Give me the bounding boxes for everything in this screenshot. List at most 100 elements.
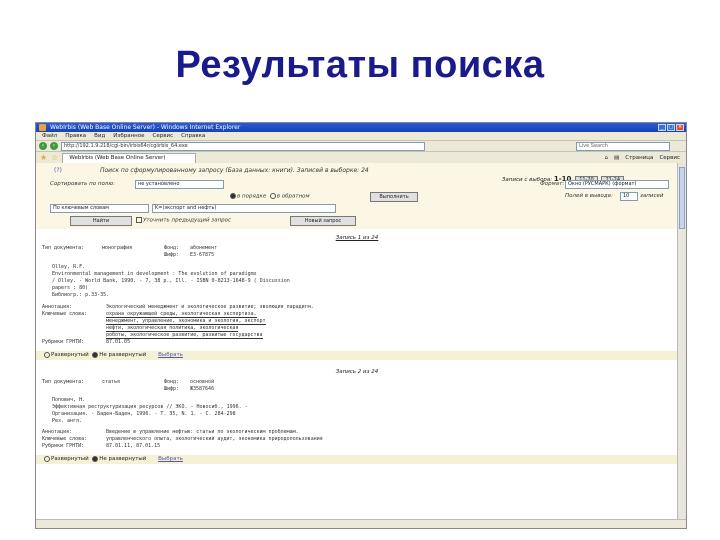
fond-value: основной	[190, 379, 215, 385]
command-bar: ⌂ ▤ Страница Сервис	[605, 155, 680, 161]
type-label: Тип документа:	[42, 379, 85, 385]
format-label: Формат:	[540, 181, 565, 187]
close-icon[interactable]: ×	[676, 124, 684, 131]
query-input[interactable]: K=(экспорт and нефть)	[152, 204, 336, 213]
short-format-radio[interactable]	[92, 351, 99, 358]
address-bar: ‹ › http://192.1.9.218/cgi-bin/irbis64r/…	[36, 141, 686, 152]
short-format-radio[interactable]	[92, 455, 99, 462]
scrollbar-thumb[interactable]	[679, 167, 685, 229]
new-query-button[interactable]: Новый запрос	[290, 216, 356, 226]
short-format-label: Не развернутый	[99, 456, 147, 462]
full-format-label: Развернутый	[51, 456, 89, 462]
fond-label: Фонд:	[164, 379, 180, 385]
record-2: Запись 2 из 24 Тип документа: статья Фонд:…	[36, 363, 678, 452]
keywords-line[interactable]: охрана окружающей среды, экологическая э…	[106, 311, 257, 318]
rubric-value: 87.01.05	[106, 339, 131, 345]
refine-checkbox[interactable]	[136, 217, 142, 223]
url-input[interactable]: http://192.1.9.218/cgi-bin/irbis64r/cgii…	[61, 141, 425, 151]
order-desc-label: в обратном	[276, 193, 310, 200]
forward-arrow-icon[interactable]: ›	[50, 142, 58, 150]
records-label: записей	[640, 193, 664, 199]
shifr-value: Ж3587646	[190, 386, 215, 392]
refine-checkbox-group: Уточнить предыдущий запрос	[136, 217, 231, 224]
rubric-label: Рубрики ГРНТИ:	[42, 443, 85, 449]
record-header: Запись 1 из 24	[335, 235, 379, 241]
bib-line: Библиогр.: p.33-35.	[52, 292, 110, 298]
select-record-link[interactable]: Выбрать	[158, 352, 183, 358]
bib-line: Olley, R.F.	[52, 264, 86, 270]
menu-edit[interactable]: Правка	[65, 132, 86, 140]
keywords-line[interactable]: менеджмент, управление, экономика и экол…	[106, 318, 266, 325]
record-format-bar: Развернутый Не развернутый Выбрать	[36, 455, 678, 464]
type-value: статья	[102, 379, 121, 385]
tools-menu[interactable]: Сервис	[659, 155, 680, 161]
sort-select[interactable]: не установлено	[135, 180, 224, 189]
home-icon[interactable]: ⌂	[605, 155, 609, 161]
select-record-link[interactable]: Выбрать	[158, 456, 183, 462]
type-label: Тип документа:	[42, 245, 85, 251]
rubric-value: 87.01.11, 87.01.15	[106, 443, 161, 449]
vertical-scrollbar[interactable]	[677, 163, 686, 520]
fond-value: абонемент	[190, 245, 218, 251]
keywords-line[interactable]: нефти, экологическая политика, экологиче…	[106, 325, 239, 332]
ie-icon	[39, 124, 46, 131]
keywords-label: Ключевые слова:	[42, 436, 88, 442]
order-radio-group: в порядке в обратном	[230, 193, 310, 200]
status-bar	[36, 519, 686, 528]
full-format-radio[interactable]	[44, 455, 50, 462]
favorites-star-icon[interactable]: ★	[40, 153, 47, 162]
annotation-value: Экологический менеджмент и экологическое…	[106, 304, 314, 310]
print-icon[interactable]: ▤	[614, 155, 619, 161]
docs-count-select[interactable]: 10	[620, 192, 638, 201]
search-control-panel: (?) Поиск по сформулированному запросу (…	[36, 163, 678, 229]
order-desc-radio[interactable]	[269, 193, 276, 199]
bib-line: papers ; 80)	[52, 285, 89, 291]
back-arrow-icon[interactable]: ‹	[39, 142, 47, 150]
keywords-line[interactable]: управленческого опыта, экологический ауд…	[106, 436, 323, 442]
slide-title: Результаты поиска	[175, 44, 545, 86]
window-controls: _ □ ×	[658, 124, 684, 131]
search-input[interactable]: Live Search	[576, 141, 670, 151]
annotation-label: Аннотация:	[42, 429, 73, 435]
find-button[interactable]: Найти	[70, 216, 132, 226]
page-menu[interactable]: Страница	[625, 155, 653, 161]
field-select[interactable]: По ключевым словам	[50, 204, 149, 213]
window-title: WebIrbis (Web Base Online Server) - Wind…	[50, 124, 241, 131]
full-format-radio[interactable]	[44, 351, 50, 358]
menu-tools[interactable]: Сервис	[153, 132, 174, 140]
short-format-label: Не развернутый	[99, 352, 147, 358]
bib-line: Рез. англ.	[52, 418, 83, 424]
annotation-value: Введение в управление нефтью: статьи по …	[106, 429, 299, 435]
add-favorite-icon[interactable]: ☆	[51, 153, 58, 162]
apply-button[interactable]: Выполнить	[370, 192, 418, 202]
minimize-icon[interactable]: _	[658, 124, 666, 131]
full-format-label: Развернутый	[51, 352, 89, 358]
keywords-label: Ключевые слова:	[42, 311, 88, 317]
keywords-line[interactable]: роботы, экологическое развитие, развитые…	[106, 332, 263, 339]
record-header: Запись 2 из 24	[335, 369, 379, 375]
bib-line: Environmental management in development …	[52, 271, 257, 277]
fond-label: Фонд:	[164, 245, 180, 251]
docs-label: Полей в выводе:	[565, 193, 613, 199]
menu-help[interactable]: Справка	[181, 132, 205, 140]
tab-webirbis[interactable]: WebIrbis (Web Base Online Server)	[62, 152, 197, 163]
bib-line: Организация. - Баден-Баден, 1996. - Т. 3…	[52, 411, 236, 417]
menu-favorites[interactable]: Избранное	[113, 132, 144, 140]
refine-label: Уточнить предыдущий запрос	[143, 217, 232, 224]
shifr-value: Е3-67875	[190, 252, 215, 258]
type-value: монография	[102, 245, 133, 251]
help-link[interactable]: (?)	[54, 167, 62, 174]
bib-line: Эффективная реструктуризация ресурсов //…	[52, 404, 248, 410]
sort-label: Сортировать по полю:	[50, 181, 115, 187]
window-titlebar: WebIrbis (Web Base Online Server) - Wind…	[36, 123, 686, 132]
order-asc-radio[interactable]	[230, 193, 236, 199]
record-1: Запись 1 из 24 Тип документа: монография Ф…	[36, 229, 678, 348]
format-select[interactable]: Окно (РУСМАРК) (формат)	[565, 180, 669, 189]
shifr-label: Шифр:	[164, 386, 180, 392]
menu-file[interactable]: Файл	[42, 132, 57, 140]
maximize-icon[interactable]: □	[667, 124, 675, 131]
menu-view[interactable]: Вид	[94, 132, 105, 140]
bib-line: Попович, Н.	[52, 397, 86, 403]
menu-bar: Файл Правка Вид Избранное Сервис Справка	[36, 132, 686, 141]
annotation-label: Аннотация:	[42, 304, 73, 310]
